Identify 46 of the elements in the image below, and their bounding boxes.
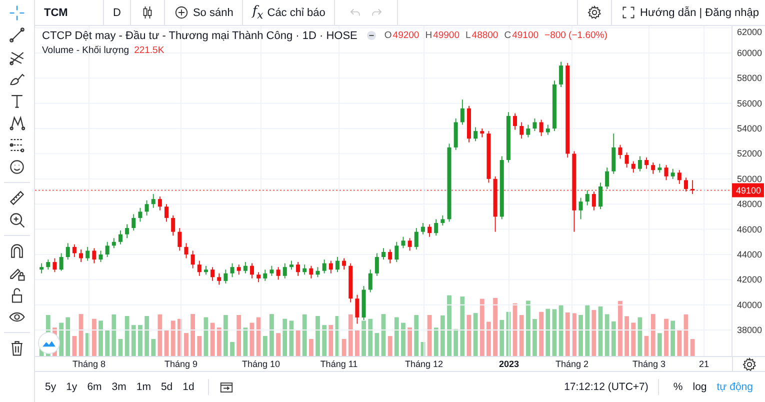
price-change: −800 (−1.60%) bbox=[544, 30, 608, 41]
last-price-tag: 49100 bbox=[732, 183, 764, 198]
time-axis-label: Tháng 9 bbox=[164, 359, 198, 369]
time-axis-label: 21 bbox=[699, 359, 709, 369]
price-axis-label: 54000 bbox=[737, 124, 762, 134]
symbol-button[interactable]: TCM bbox=[35, 0, 104, 25]
time-axis-label: 2023 bbox=[498, 359, 520, 369]
clock-time: 17:12:12 (UTC+7) bbox=[564, 381, 648, 393]
time-axis-label: Tháng 12 bbox=[404, 359, 444, 369]
price-axis-label: 50000 bbox=[737, 174, 762, 184]
range-button[interactable]: 1m bbox=[132, 379, 155, 395]
help-login-link[interactable]: Hướng dẫn | Đăng nhập bbox=[640, 6, 759, 18]
price-axis-label: 46000 bbox=[737, 224, 762, 234]
price-axis-label: 58000 bbox=[737, 73, 762, 84]
price-axis-label: 40000 bbox=[737, 300, 762, 310]
price-axis-label: 42000 bbox=[737, 274, 762, 285]
ohlc-value: O49200 bbox=[384, 30, 420, 41]
chart-title: CTCP Dệt may - Đầu tư - Thương mại Thành Công · 1D · HOSE bbox=[42, 30, 358, 42]
range-button[interactable]: 1d bbox=[178, 379, 198, 395]
price-axis-label: 44000 bbox=[737, 249, 762, 260]
volume-value: 221.5K bbox=[134, 45, 164, 56]
time-axis-label: Tháng 10 bbox=[242, 359, 280, 369]
time-axis-label: Tháng 3 bbox=[632, 359, 666, 369]
price-axis-label: 48000 bbox=[737, 199, 762, 210]
range-button[interactable]: 1y bbox=[62, 379, 82, 395]
scale-option[interactable]: log bbox=[688, 379, 711, 395]
range-button[interactable]: 3m bbox=[108, 379, 130, 395]
interval-button[interactable]: D bbox=[104, 0, 131, 25]
time-axis-label: Tháng 11 bbox=[320, 359, 358, 369]
scale-option[interactable]: % bbox=[669, 379, 687, 395]
ohlc-value: L48800 bbox=[466, 30, 498, 41]
price-axis-label: 62000 bbox=[737, 27, 762, 37]
range-button[interactable]: 6m bbox=[83, 379, 106, 395]
price-axis-label: 60000 bbox=[737, 48, 762, 58]
compare-button[interactable]: So sánh bbox=[164, 0, 244, 25]
ohlc-value: H49900 bbox=[425, 30, 460, 41]
range-button[interactable]: 5y bbox=[41, 379, 60, 395]
indicators-button[interactable]: f$_{x}$ Các chỉ báo bbox=[243, 0, 336, 25]
volume-label: Volume - Khối lượng bbox=[42, 45, 130, 56]
price-axis-label: 38000 bbox=[737, 325, 762, 336]
ohlc-value: C49100 bbox=[504, 30, 539, 41]
time-axis-label: Tháng 8 bbox=[72, 359, 106, 369]
price-axis-label: 56000 bbox=[737, 98, 762, 108]
price-axis-label: 52000 bbox=[737, 148, 762, 159]
time-axis-label: Tháng 2 bbox=[555, 359, 589, 369]
range-button[interactable]: 5d bbox=[156, 379, 177, 395]
